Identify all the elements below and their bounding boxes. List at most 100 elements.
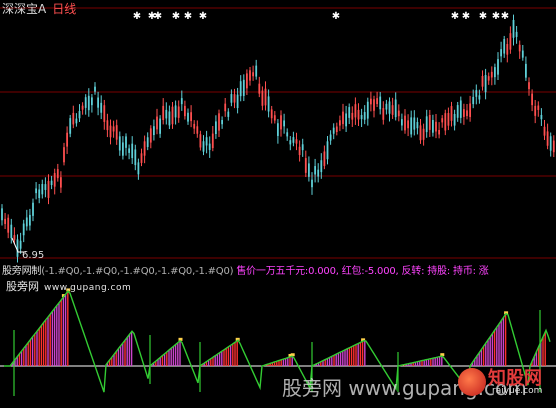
low-price-value: 6.95 xyxy=(22,250,45,261)
candle-body xyxy=(373,99,375,111)
candle-body xyxy=(60,177,62,188)
red-label: 红包: xyxy=(341,266,365,277)
candle-body xyxy=(342,111,344,125)
candle-body xyxy=(332,127,335,134)
candle-body xyxy=(459,100,462,118)
candle-body xyxy=(531,93,533,106)
candle-body xyxy=(171,106,174,125)
candle-body xyxy=(534,105,537,116)
reverse-label: 反转: xyxy=(401,266,425,277)
candle-body xyxy=(438,129,440,135)
candle-body xyxy=(202,141,205,152)
candle-body xyxy=(146,137,149,147)
candle-body xyxy=(143,141,146,156)
candle-body xyxy=(366,101,369,119)
signal-star-icon: ✱ xyxy=(451,11,459,22)
candle-body xyxy=(546,131,549,146)
candle-body xyxy=(41,184,44,195)
candle-body xyxy=(255,65,258,77)
candle-body xyxy=(518,44,521,52)
candle-body xyxy=(103,105,106,122)
candle-body xyxy=(246,73,248,89)
site-name: 股旁网 xyxy=(6,280,39,293)
candle-body xyxy=(50,180,53,186)
signal-star-icon: ✱ xyxy=(154,11,162,22)
candle-body xyxy=(435,121,437,132)
candle-body xyxy=(490,71,493,78)
low-price-label: 6.95 xyxy=(22,250,44,261)
candle-body xyxy=(187,112,189,122)
candle-body xyxy=(394,99,397,118)
candle-body xyxy=(543,126,546,136)
candle-body xyxy=(450,106,453,121)
candle-body xyxy=(506,44,509,55)
candle-body xyxy=(128,148,130,153)
candle-body xyxy=(261,90,264,106)
candle-body xyxy=(385,103,388,110)
candle-body xyxy=(230,94,233,103)
candle-body xyxy=(19,240,22,249)
candle-body xyxy=(354,104,357,118)
candle-body xyxy=(252,72,254,77)
candle-body xyxy=(208,143,211,150)
candle-body xyxy=(512,19,515,38)
candle-body xyxy=(469,103,471,117)
candle-body xyxy=(81,105,84,110)
candle-body xyxy=(4,218,6,224)
candle-body xyxy=(66,132,68,147)
candle-body xyxy=(466,110,468,117)
candle-body xyxy=(236,94,239,109)
candle-body xyxy=(537,105,540,110)
candle-body xyxy=(320,160,323,173)
signal-star-icon: ✱ xyxy=(462,11,470,22)
signal-star-icon: ✱ xyxy=(492,11,500,22)
chart-title: 深深宝A 日线 xyxy=(2,0,76,17)
candle-body xyxy=(391,105,394,115)
candle-body xyxy=(494,67,496,78)
candle-body xyxy=(484,75,487,93)
candle-body xyxy=(177,106,180,118)
candle-body xyxy=(298,146,301,156)
candle-body xyxy=(329,134,332,141)
candle-body xyxy=(525,63,527,78)
candle-body xyxy=(193,123,196,129)
candle-body xyxy=(159,118,161,134)
indicator-params: (-1.#Q0,-1.#Q0,-1.#Q0,-1.#Q0,-1.#Q0) xyxy=(41,266,234,277)
candle-body xyxy=(326,141,329,160)
indicator-header: 股旁网制(-1.#Q0,-1.#Q0,-1.#Q0,-1.#Q0,-1.#Q0)… xyxy=(2,262,489,277)
chart-canvas[interactable]: ✱ ✱✱ ✱ ✱ ✱ ✱ ✱ ✱ ✱ ✱ ✱ xyxy=(0,0,556,408)
candle-body xyxy=(125,136,127,148)
candle-body xyxy=(227,111,230,117)
candle-body xyxy=(345,113,347,127)
timeframe-label[interactable]: 日线 xyxy=(52,2,76,16)
candle-body xyxy=(100,102,103,113)
candle-body xyxy=(463,109,465,117)
candle-body xyxy=(205,137,208,146)
candle-body xyxy=(314,166,316,175)
signal-star-icon: ✱ xyxy=(172,11,180,22)
candle-body xyxy=(239,81,242,97)
candle-body xyxy=(196,126,199,134)
candle-body xyxy=(233,94,236,103)
candle-body xyxy=(47,180,50,198)
signal-star-icon: ✱ xyxy=(133,11,141,22)
candle-body xyxy=(109,125,112,138)
indicator-name[interactable]: 股旁网制 xyxy=(2,266,41,277)
signal-star-icon: ✱ xyxy=(199,11,207,22)
candle-body xyxy=(44,184,47,190)
candle-body xyxy=(407,120,409,129)
site-url: www.gupang.com xyxy=(44,283,132,293)
candle-body xyxy=(335,126,338,132)
candle-body xyxy=(357,109,360,120)
candle-body xyxy=(401,119,403,126)
candle-body xyxy=(286,132,289,137)
candle-body xyxy=(258,83,261,94)
candle-body xyxy=(277,123,279,136)
candle-body xyxy=(521,50,524,58)
sell-label: 售价一万五千元: xyxy=(236,266,309,277)
candle-body xyxy=(7,217,10,233)
candle-body xyxy=(32,202,34,216)
candle-body xyxy=(162,105,165,121)
candle-body xyxy=(419,125,422,141)
candle-body xyxy=(487,76,490,81)
